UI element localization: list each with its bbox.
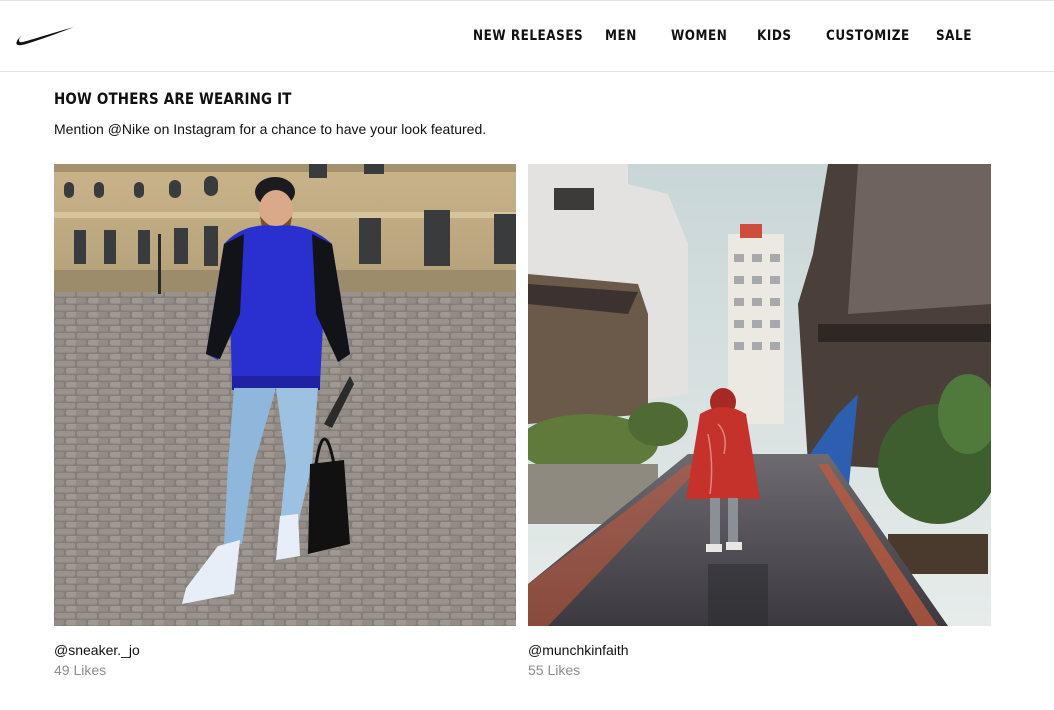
- post-handle[interactable]: @sneaker._jo: [54, 642, 140, 658]
- instagram-post-card: @munchkinfaith 55 Likes: [528, 164, 991, 678]
- section-subtitle: Mention @Nike on Instagram for a chance …: [54, 121, 487, 137]
- post-photo-street-cobblestone[interactable]: [54, 164, 516, 626]
- post-photo-alley-red-cloak[interactable]: [528, 164, 991, 626]
- nav-men[interactable]: MEN: [605, 28, 637, 44]
- post-likes: 55 Likes: [528, 662, 581, 678]
- nav-customize[interactable]: CUSTOMIZE: [826, 28, 910, 44]
- post-handle[interactable]: @munchkinfaith: [528, 642, 629, 658]
- nav-kids[interactable]: KIDS: [757, 28, 792, 44]
- instagram-post-card: @sneaker._jo 49 Likes: [54, 164, 516, 678]
- nav-sale[interactable]: SALE: [936, 28, 972, 44]
- section-title: HOW OTHERS ARE WEARING IT: [54, 89, 292, 108]
- nav-women[interactable]: WOMEN: [671, 28, 727, 44]
- nav-new-releases[interactable]: NEW RELEASES: [473, 28, 583, 44]
- post-likes: 49 Likes: [54, 662, 107, 678]
- top-navigation-bar: NEW RELEASES MEN WOMEN KIDS CUSTOMIZE SA…: [0, 0, 1054, 72]
- main-nav: NEW RELEASES MEN WOMEN KIDS CUSTOMIZE SA…: [0, 1, 1054, 73]
